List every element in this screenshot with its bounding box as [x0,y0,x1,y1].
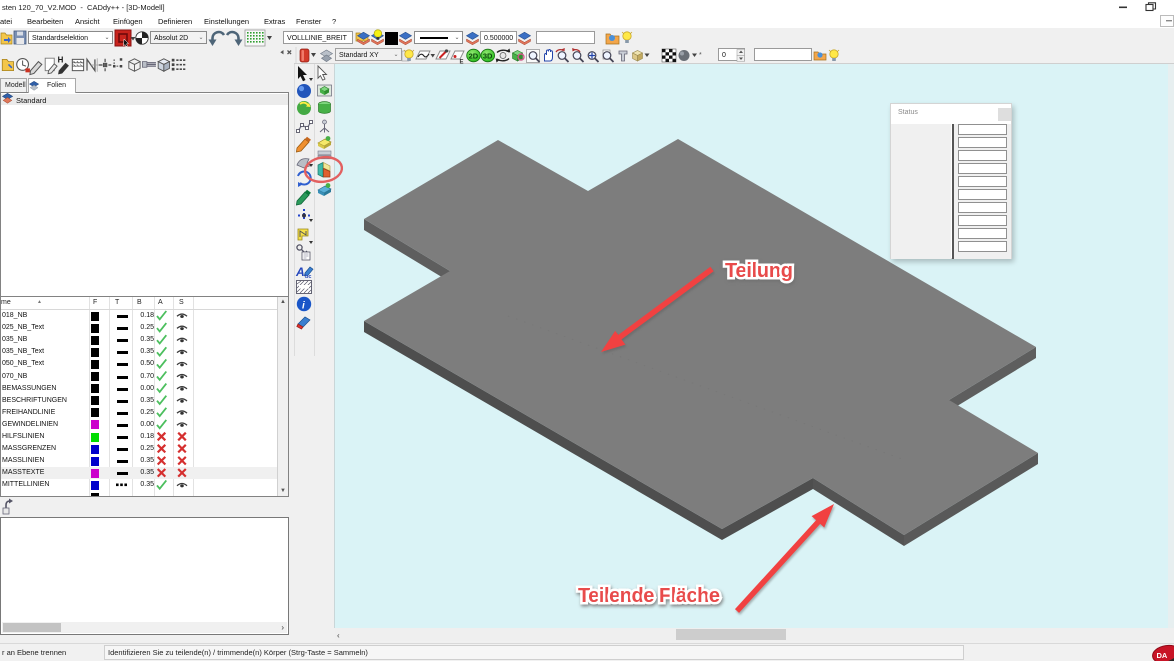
svg-text:Teilung: Teilung [725,260,793,282]
svg-text:Teilende Fläche: Teilende Fläche [578,585,720,607]
